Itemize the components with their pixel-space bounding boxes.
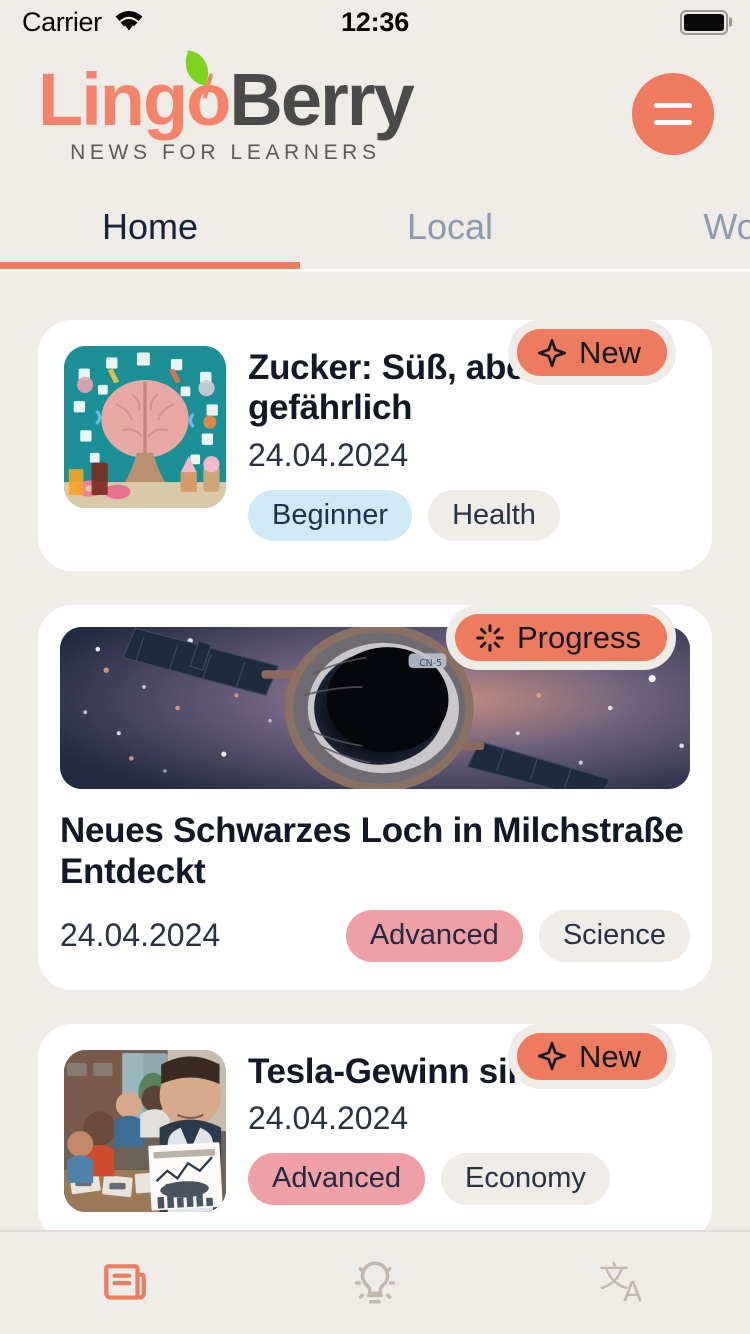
lightbulb-icon [350, 1258, 400, 1308]
status-badge-label: New [578, 335, 641, 370]
article-thumbnail [64, 1049, 226, 1212]
article-feed[interactable]: New Zucker: Süß, aber gefährlich 24.04.2… [0, 272, 750, 1230]
tag-level[interactable]: Advanced [248, 1153, 425, 1205]
svg-text:A: A [623, 1275, 642, 1308]
tag-topic[interactable]: Science [538, 909, 690, 962]
battery-icon [680, 9, 732, 35]
status-badge-new[interactable]: New [507, 1023, 676, 1089]
app-header: LingoBerry NEWS FOR LEARNERS [0, 44, 750, 184]
sparkle-icon [537, 1041, 567, 1071]
status-badge-progress[interactable]: Progress [445, 605, 676, 671]
tab-home[interactable]: Home [0, 184, 300, 269]
status-bar-right [680, 9, 732, 35]
status-bar-left: Carrier [22, 7, 146, 38]
nav-item-ideas[interactable] [250, 1232, 500, 1334]
status-bar: Carrier 12:36 [0, 0, 750, 44]
sparkle-icon [537, 338, 567, 368]
hamburger-menu-icon[interactable] [632, 73, 714, 155]
status-badge-label: Progress [516, 620, 641, 656]
logo-wordmark: LingoBerry [38, 50, 415, 137]
tag-level[interactable]: Beginner [248, 489, 413, 542]
app-screen: Carrier 12:36 LingoBerry NEWS FOR LEARNE… [0, 0, 750, 1334]
article-date: 24.04.2024 [248, 436, 409, 473]
article-card-wrapper: New [38, 320, 712, 572]
newspaper-icon [100, 1258, 150, 1308]
tab-local[interactable]: Local [300, 184, 600, 269]
svg-text:CN-5: CN-5 [419, 658, 442, 669]
article-tags: Beginner Health [248, 489, 686, 542]
wifi-icon [112, 7, 146, 37]
article-title: Neues Schwarzes Loch in Milchstraße Entd… [60, 811, 684, 891]
status-badge-label: New [578, 1038, 641, 1074]
article-date: 24.04.2024 [60, 917, 221, 954]
tab-world[interactable]: World [600, 184, 750, 269]
article-tags: Advanced Economy [248, 1153, 686, 1205]
article-date: 24.04.2024 [248, 1100, 409, 1137]
status-badge-new[interactable]: New [507, 320, 676, 385]
tag-topic[interactable]: Health [428, 489, 560, 542]
nav-item-news[interactable] [0, 1232, 250, 1334]
tag-level[interactable]: Advanced [345, 909, 523, 962]
tag-topic[interactable]: Economy [441, 1153, 610, 1205]
translate-icon: 文 A [599, 1258, 651, 1308]
article-card-wrapper: New [38, 1023, 712, 1230]
tab-bar: Home Local World [0, 184, 750, 272]
article-card-wrapper: Progress CN-5 Neues Schwarzes Loch in Mi… [38, 605, 712, 990]
app-logo[interactable]: LingoBerry NEWS FOR LEARNERS [38, 50, 415, 165]
nav-item-translate[interactable]: 文 A [500, 1232, 750, 1334]
bottom-navigation: 文 A [0, 1230, 750, 1334]
carrier-label: Carrier [22, 6, 102, 37]
logo-berry-text: Berry [229, 58, 414, 141]
article-thumbnail [64, 346, 226, 508]
article-tags: Advanced Science [345, 909, 690, 962]
logo-tagline: NEWS FOR LEARNERS [70, 141, 381, 164]
spinner-icon [475, 623, 505, 653]
article-meta: 24.04.2024 Advanced Science [60, 909, 690, 962]
